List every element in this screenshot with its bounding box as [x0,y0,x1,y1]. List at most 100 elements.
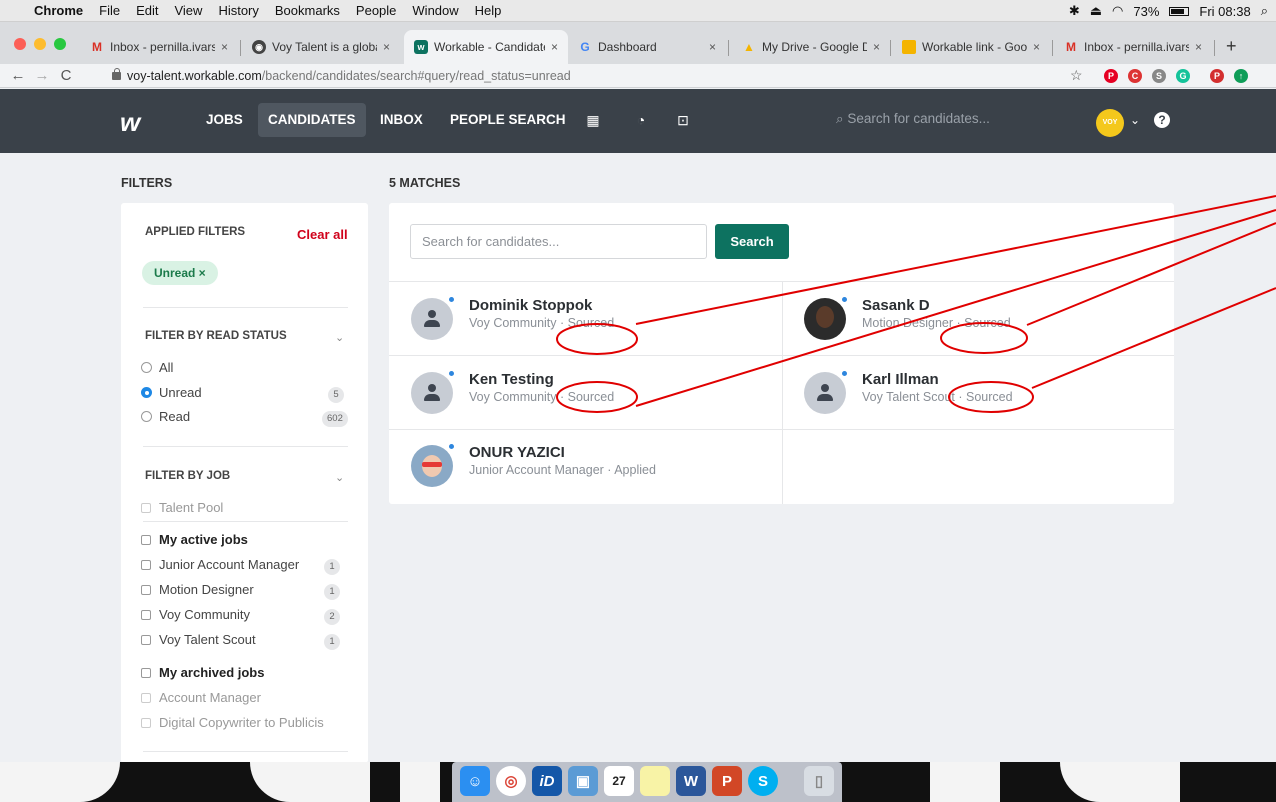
browser-tab-gmail-1[interactable]: M Inbox - pernilla.ivarss × [80,30,238,64]
bluetooth-icon[interactable]: ✱ [1069,3,1080,19]
browser-tab-voy-talent[interactable]: ◉ Voy Talent is a global × [242,30,400,64]
candidate-name[interactable]: Sasank D [862,297,930,314]
chevron-down-icon[interactable]: ⌄ [335,331,344,344]
powerpoint-icon[interactable]: P [712,766,742,796]
help-icon[interactable]: ? [1154,112,1170,128]
battery-icon[interactable] [1169,6,1190,16]
candidate-name[interactable]: ONUR YAZICI [469,444,565,461]
menu-window[interactable]: Window [412,3,458,18]
candidate-card[interactable]: Sasank D Motion Designer · Sourced [804,296,1164,348]
nav-jobs[interactable]: JOBS [196,103,253,137]
extension-icon[interactable]: C [1128,69,1142,83]
menu-view[interactable]: View [174,3,202,18]
clock[interactable]: Fri 08:38 [1199,4,1250,19]
bankid-icon[interactable]: iD [532,766,562,796]
url-field[interactable]: voy-talent.workable.com/backend/candidat… [112,68,571,83]
nav-inbox[interactable]: INBOX [370,103,433,137]
checkbox-label: Digital Copywriter to Publicis [159,715,324,730]
trash-icon[interactable]: ▯ [804,766,834,796]
account-avatar[interactable]: VOY [1096,109,1124,137]
chrome-icon[interactable]: ◎ [496,766,526,796]
browser-tab-drive[interactable]: ▲ My Drive - Google Dri × [732,30,890,64]
checkbox-my-active-jobs[interactable]: My active jobs [141,532,248,547]
notes-icon[interactable] [640,766,670,796]
clear-all-link[interactable]: Clear all [297,227,348,242]
checkbox-account-manager[interactable]: Account Manager [141,690,261,705]
candidate-card[interactable]: ONUR YAZICI Junior Account Manager · App… [411,443,771,495]
forward-icon[interactable]: → [30,67,54,84]
bookmark-star-icon[interactable]: ☆ [1070,67,1083,84]
close-tab-icon[interactable]: × [221,40,228,54]
close-tab-icon[interactable]: × [551,40,558,54]
unread-filter-chip[interactable]: Unread × [142,261,218,285]
menu-people[interactable]: People [356,3,396,18]
checkbox-my-archived-jobs[interactable]: My archived jobs [141,665,264,680]
extension-icon[interactable]: S [1152,69,1166,83]
analytics-icon[interactable]: ⊡ [674,111,692,129]
reload-icon[interactable]: C [54,67,78,84]
battery-percent[interactable]: 73% [1133,4,1159,19]
back-icon[interactable]: ← [6,67,30,84]
menu-bookmarks[interactable]: Bookmarks [275,3,340,18]
word-icon[interactable]: W [676,766,706,796]
search-button[interactable]: Search [715,224,789,259]
spotlight-icon[interactable]: ⌕ [1261,3,1268,19]
radio-all[interactable]: All [141,360,173,375]
close-tab-icon[interactable]: × [709,40,716,54]
workable-logo[interactable]: w [120,107,140,138]
skype-icon[interactable]: S [748,766,778,796]
menu-history[interactable]: History [218,3,258,18]
candidate-name[interactable]: Ken Testing [469,371,554,388]
checkbox-motion-designer[interactable]: Motion Designer [141,582,254,597]
chevron-down-icon[interactable]: ⌄ [335,471,344,484]
checkbox-voy-community[interactable]: Voy Community [141,607,250,622]
browser-tab-dashboard[interactable]: G Dashboard × [568,30,726,64]
radio-unread[interactable]: Unread [141,385,202,400]
filter-by-job-title[interactable]: FILTER BY JOB [145,470,230,482]
close-tab-icon[interactable]: × [383,40,390,54]
radio-read[interactable]: Read [141,409,190,424]
menu-file[interactable]: File [99,3,120,18]
wifi-icon[interactable]: ◠ [1112,3,1123,19]
calendar-app-icon[interactable]: 27 [604,766,634,796]
browser-tab-gmail-2[interactable]: M Inbox - pernilla.ivarss × [1054,30,1212,64]
zoom-window-icon[interactable] [54,38,66,50]
nav-candidates[interactable]: CANDIDATES [258,103,366,137]
close-window-icon[interactable] [14,38,26,50]
checkbox-voy-talent-scout[interactable]: Voy Talent Scout [141,632,256,647]
close-tab-icon[interactable]: × [1033,40,1040,54]
candidate-name[interactable]: Dominik Stoppok [469,297,592,314]
checkbox-digital-copywriter[interactable]: Digital Copywriter to Publicis [141,715,324,730]
candidate-card[interactable]: Ken Testing Voy Community · Sourced [411,370,771,422]
unread-dot-icon [841,296,848,303]
candidate-name[interactable]: Karl Illman [862,371,939,388]
candidate-search-input[interactable] [410,224,707,259]
menu-app-name[interactable]: Chrome [34,3,83,18]
reports-pie-icon[interactable]: ◔ [632,111,650,129]
menu-edit[interactable]: Edit [136,3,158,18]
checkbox-junior-account-manager[interactable]: Junior Account Manager [141,557,299,572]
pinterest-icon[interactable]: P [1104,69,1118,83]
extension-icon[interactable]: ↑ [1234,69,1248,83]
close-tab-icon[interactable]: × [873,40,880,54]
finder-icon[interactable]: ☺ [460,766,490,796]
browser-tab-slides[interactable]: Workable link - Googl × [892,30,1050,64]
filters-heading: FILTERS [121,176,173,190]
profile-icon[interactable]: P [1210,69,1224,83]
checkbox-talent-pool[interactable]: Talent Pool [141,500,223,515]
eject-icon[interactable]: ⏏ [1090,3,1102,19]
minimize-window-icon[interactable] [34,38,46,50]
preview-icon[interactable]: ▣ [568,766,598,796]
menu-help[interactable]: Help [475,3,502,18]
close-tab-icon[interactable]: × [1195,40,1202,54]
candidate-card[interactable]: Dominik Stoppok Voy Community · Sourced [411,296,771,348]
candidate-card[interactable]: Karl Illman Voy Talent Scout · Sourced [804,370,1164,422]
grammarly-icon[interactable]: G [1176,69,1190,83]
filter-read-status-title[interactable]: FILTER BY READ STATUS [145,330,287,342]
chevron-down-icon[interactable]: ⌄ [1130,113,1140,127]
new-tab-button[interactable]: + [1226,36,1237,57]
browser-tab-workable[interactable]: w Workable - Candidate × [404,30,568,64]
calendar-icon[interactable]: ▦ [584,111,602,129]
nav-people-search[interactable]: PEOPLE SEARCH [440,103,576,137]
global-search[interactable]: ⌕ Search for candidates... [836,111,990,127]
